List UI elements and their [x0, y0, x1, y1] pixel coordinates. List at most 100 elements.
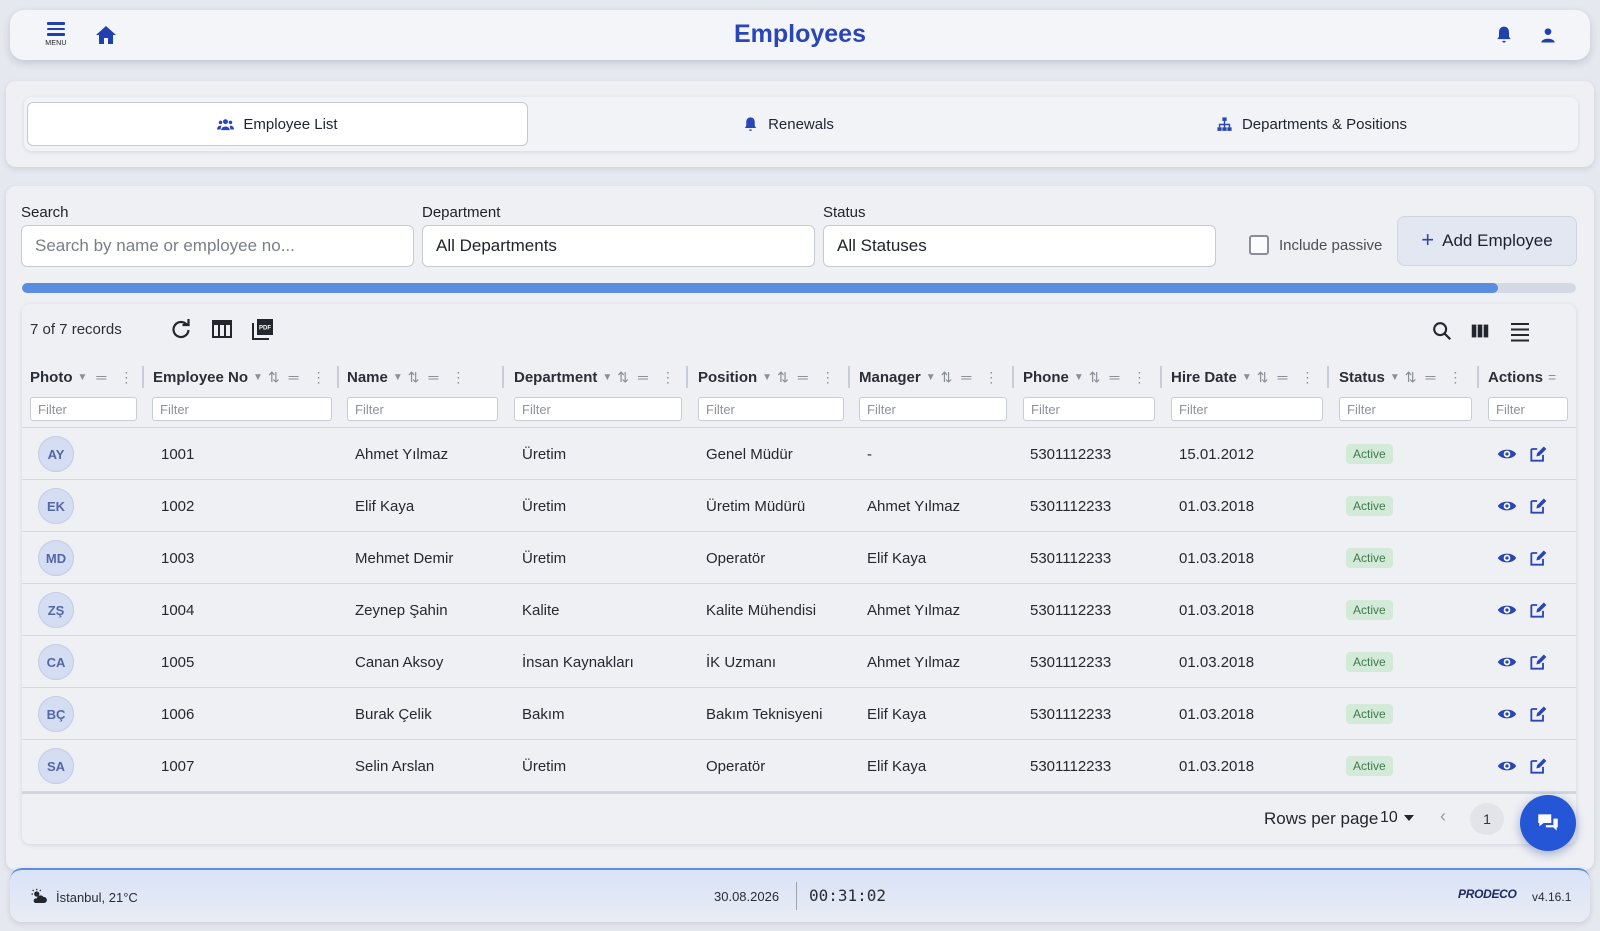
table-row[interactable]: BÇ 1006 Burak Çelik Bakım Bakım Teknisyeni El… [22, 688, 1576, 740]
column-header-status[interactable]: Status ▼ ⇅ ═ ⋮ [1339, 360, 1462, 394]
column-menu-icon[interactable]: ⋮ [1132, 369, 1146, 386]
rows-per-page-select[interactable]: 10 [1380, 804, 1420, 832]
filter-icon[interactable]: ▼ [78, 372, 88, 383]
view-icon[interactable] [1497, 704, 1517, 724]
column-header-manager[interactable]: Manager ▼ ⇅ ═ ⋮ [859, 360, 998, 394]
group-icon[interactable]: = [1548, 369, 1556, 385]
table-row[interactable]: ZŞ 1004 Zeynep Şahin Kalite Kalite Mühendisi… [22, 584, 1576, 636]
department-select[interactable]: All Departments [422, 225, 815, 267]
column-separator[interactable] [1160, 366, 1162, 388]
previous-page-button[interactable]: ‹ [1440, 806, 1446, 827]
view-icon[interactable] [1497, 496, 1517, 516]
column-separator[interactable] [502, 366, 504, 388]
column-header-position[interactable]: Position ▼ ⇅ ═ ⋮ [698, 360, 835, 394]
table-row[interactable]: SA 1007 Selin Arslan Üretim Operatör Elif Kay… [22, 740, 1576, 792]
pdf-export-button[interactable]: PDF [251, 317, 275, 341]
column-menu-icon[interactable]: ⋮ [119, 369, 133, 386]
column-separator[interactable] [1012, 366, 1014, 388]
group-icon[interactable]: ═ [961, 369, 971, 385]
group-icon[interactable]: ═ [1425, 369, 1435, 385]
table-row[interactable]: AY 1001 Ahmet Yılmaz Üretim Genel Müdür - 5301… [22, 428, 1576, 480]
table-row[interactable]: MD 1003 Mehmet Demir Üretim Operatör Elif Kay… [22, 532, 1576, 584]
filter-icon[interactable]: ▼ [1390, 372, 1400, 383]
column-filter-photo[interactable]: Filter [30, 397, 137, 421]
view-icon[interactable] [1497, 444, 1517, 464]
excel-export-button[interactable] [210, 317, 234, 341]
filter-icon[interactable]: ▼ [1074, 372, 1084, 383]
sort-icon[interactable]: ⇅ [941, 369, 953, 386]
column-filter-actions[interactable]: Filter [1488, 397, 1568, 421]
filter-icon[interactable]: ▼ [762, 372, 772, 383]
column-filter-manager[interactable]: Filter [859, 397, 1007, 421]
tab-departments-positions[interactable]: Departments & Positions [1048, 102, 1575, 146]
column-header-employee-no[interactable]: Employee No ▼ ⇅ ═ ⋮ [153, 360, 326, 394]
column-header-actions[interactable]: Actions = [1488, 360, 1556, 394]
column-separator[interactable] [142, 366, 144, 388]
column-filter-employee-no[interactable]: Filter [152, 397, 332, 421]
column-separator[interactable] [337, 366, 339, 388]
tab-renewals[interactable]: Renewals [528, 102, 1048, 146]
column-filter-department[interactable]: Filter [514, 397, 682, 421]
column-menu-icon[interactable]: ⋮ [821, 369, 835, 386]
sort-icon[interactable]: ⇅ [1405, 369, 1417, 386]
page-button[interactable]: 1 [1470, 803, 1504, 835]
sort-icon[interactable]: ⇅ [268, 369, 280, 386]
group-icon[interactable]: ═ [429, 369, 439, 385]
edit-icon[interactable] [1528, 652, 1548, 672]
edit-icon[interactable] [1528, 600, 1548, 620]
status-select[interactable]: All Statuses [823, 225, 1216, 267]
group-icon[interactable]: ═ [1109, 369, 1119, 385]
table-row[interactable]: EK 1002 Elif Kaya Üretim Üretim Müdürü Ahmet … [22, 480, 1576, 532]
filter-icon[interactable]: ▼ [1242, 372, 1252, 383]
group-icon[interactable]: ═ [798, 369, 808, 385]
column-separator[interactable] [686, 366, 688, 388]
column-filter-hire-date[interactable]: Filter [1171, 397, 1323, 421]
column-filter-position[interactable]: Filter [698, 397, 844, 421]
edit-icon[interactable] [1528, 444, 1548, 464]
notifications-button[interactable] [1494, 25, 1514, 45]
group-icon[interactable]: ═ [96, 369, 106, 385]
column-header-department[interactable]: Department ▼ ⇅ ═ ⋮ [514, 360, 675, 394]
columns-button[interactable] [1469, 320, 1493, 344]
column-menu-icon[interactable]: ⋮ [451, 369, 465, 386]
view-icon[interactable] [1497, 600, 1517, 620]
edit-icon[interactable] [1528, 756, 1548, 776]
column-separator[interactable] [848, 366, 850, 388]
column-menu-icon[interactable]: ⋮ [1300, 369, 1314, 386]
group-icon[interactable]: ═ [1278, 369, 1288, 385]
edit-icon[interactable] [1528, 496, 1548, 516]
add-employee-button[interactable]: + Add Employee [1397, 216, 1577, 266]
column-header-hire-date[interactable]: Hire Date ▼ ⇅ ═ ⋮ [1171, 360, 1314, 394]
sort-icon[interactable]: ⇅ [1089, 369, 1101, 386]
edit-icon[interactable] [1528, 548, 1548, 568]
column-filter-status[interactable]: Filter [1339, 397, 1472, 421]
column-separator[interactable] [1327, 366, 1329, 388]
group-icon[interactable]: ═ [289, 369, 299, 385]
view-icon[interactable] [1497, 548, 1517, 568]
column-menu-icon[interactable]: ⋮ [661, 369, 675, 386]
filter-icon[interactable]: ▼ [602, 372, 612, 383]
column-separator[interactable] [1477, 366, 1479, 388]
refresh-button[interactable] [169, 317, 193, 341]
sort-icon[interactable]: ⇅ [408, 369, 420, 386]
column-menu-icon[interactable]: ⋮ [984, 369, 998, 386]
include-passive-toggle[interactable]: Include passive [1249, 235, 1382, 255]
include-passive-checkbox[interactable] [1249, 235, 1269, 255]
sort-icon[interactable]: ⇅ [1257, 369, 1269, 386]
filter-icon[interactable]: ▼ [393, 372, 403, 383]
chat-button[interactable] [1520, 795, 1576, 851]
column-menu-icon[interactable]: ⋮ [312, 369, 326, 386]
edit-icon[interactable] [1528, 704, 1548, 724]
tab-employee-list[interactable]: Employee List [27, 102, 528, 146]
density-button[interactable] [1508, 320, 1532, 344]
view-icon[interactable] [1497, 756, 1517, 776]
filter-icon[interactable]: ▼ [253, 372, 263, 383]
sort-icon[interactable]: ⇅ [777, 369, 789, 386]
column-menu-icon[interactable]: ⋮ [1448, 369, 1462, 386]
view-icon[interactable] [1497, 652, 1517, 672]
column-filter-phone[interactable]: Filter [1023, 397, 1155, 421]
search-input[interactable]: Search by name or employee no... [21, 225, 414, 267]
group-icon[interactable]: ═ [638, 369, 648, 385]
table-row[interactable]: CA 1005 Canan Aksoy İnsan Kaynakları İK Uzma… [22, 636, 1576, 688]
column-header-name[interactable]: Name ▼ ⇅ ═ ⋮ [347, 360, 465, 394]
